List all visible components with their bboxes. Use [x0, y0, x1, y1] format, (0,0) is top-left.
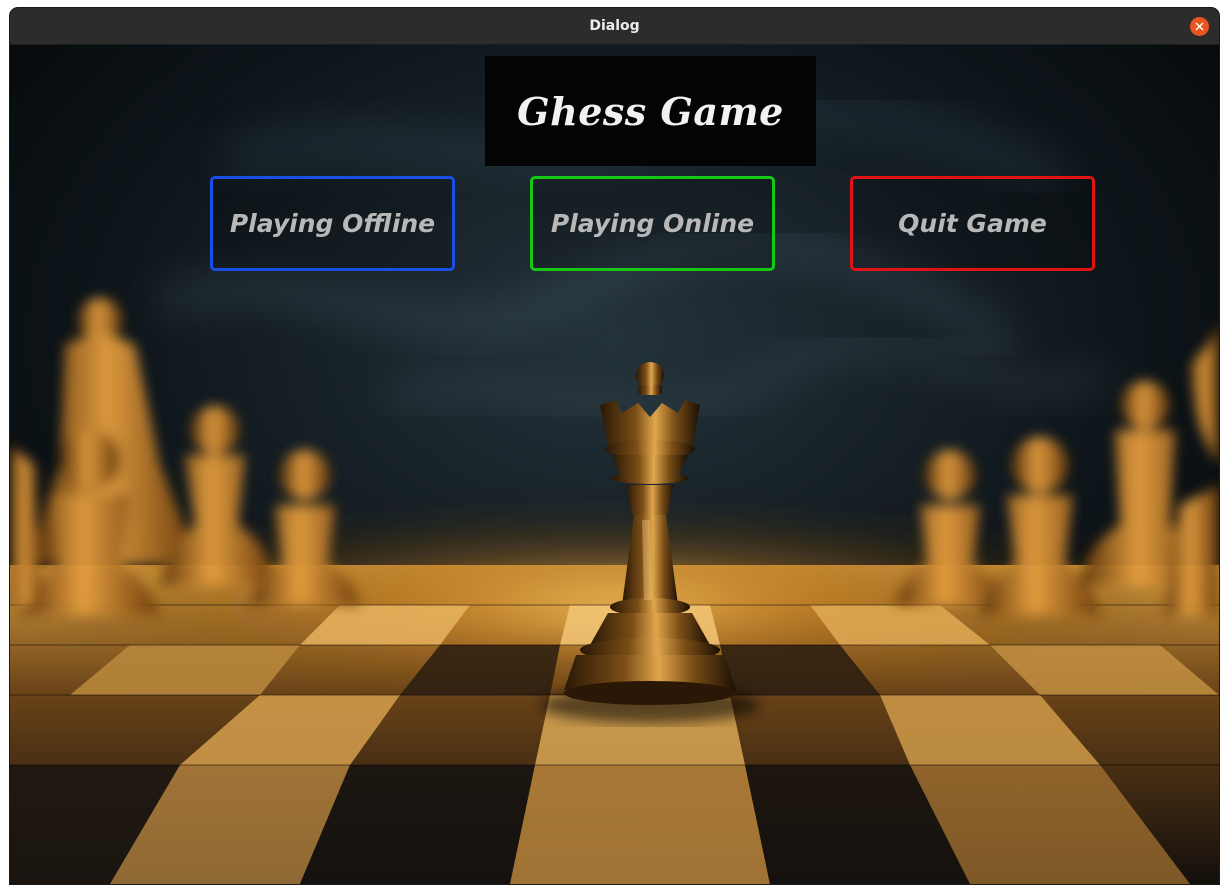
game-title: Ghess Game — [517, 88, 784, 134]
playing-offline-label: Playing Offline — [229, 209, 436, 238]
quit-game-button[interactable]: Quit Game — [850, 176, 1095, 271]
quit-game-label: Quit Game — [898, 209, 1047, 238]
chess-background-image — [10, 45, 1219, 884]
dialog-window: Dialog Ghess Game Playing Offline Playin… — [10, 8, 1219, 884]
playing-online-button[interactable]: Playing Online — [530, 176, 775, 271]
dialog-content: Ghess Game Playing Offline Playing Onlin… — [10, 45, 1219, 884]
window-title: Dialog — [589, 18, 640, 34]
close-button[interactable] — [1190, 17, 1209, 36]
playing-offline-button[interactable]: Playing Offline — [210, 176, 455, 271]
game-title-banner: Ghess Game — [485, 56, 816, 166]
close-icon — [1195, 22, 1204, 31]
playing-online-label: Playing Online — [550, 209, 755, 238]
window-titlebar[interactable]: Dialog — [10, 8, 1219, 45]
